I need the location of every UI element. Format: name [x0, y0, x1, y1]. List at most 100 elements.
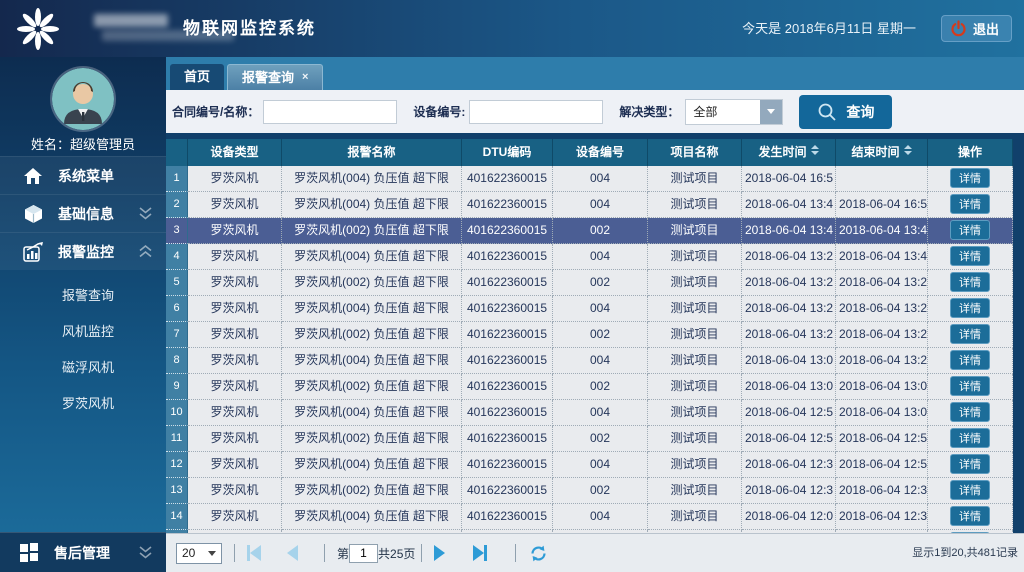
- table-cell: 2018-06-04 12:3: [836, 478, 928, 504]
- detail-button[interactable]: 详情: [950, 194, 990, 214]
- logout-button[interactable]: 退出: [941, 15, 1012, 42]
- column-header: 设备类型: [188, 139, 282, 166]
- table-row[interactable]: 14罗茨风机罗茨风机(004) 负压值 超下限401622360015004测试…: [166, 504, 1013, 530]
- last-page-button[interactable]: [473, 545, 487, 561]
- app-header: 物联网监控系统 今天是 2018年6月11日 星期一 退出: [0, 0, 1024, 57]
- device-code-input[interactable]: [469, 100, 603, 124]
- table-row[interactable]: 7罗茨风机罗茨风机(002) 负压值 超下限401622360015002测试项…: [166, 322, 1013, 348]
- table-cell: 002: [553, 322, 648, 348]
- table-cell: 8: [166, 348, 188, 374]
- prev-page-button[interactable]: [287, 545, 298, 561]
- sidebar-subitem[interactable]: 磁浮风机: [0, 350, 166, 386]
- detail-button[interactable]: 详情: [950, 272, 990, 292]
- detail-button[interactable]: 详情: [950, 454, 990, 474]
- table-cell: 罗茨风机(002) 负压值 超下限: [282, 374, 462, 400]
- detail-button[interactable]: 详情: [950, 220, 990, 240]
- chevron-up-icon: [137, 244, 154, 259]
- detail-button[interactable]: 详情: [950, 480, 990, 500]
- sort-icon[interactable]: [904, 145, 912, 155]
- detail-button[interactable]: 详情: [950, 168, 990, 188]
- table-cell: 测试项目: [648, 192, 742, 218]
- refresh-button[interactable]: [528, 543, 549, 564]
- table-row[interactable]: 9罗茨风机罗茨风机(002) 负压值 超下限401622360015002测试项…: [166, 374, 1013, 400]
- table-cell: 罗茨风机(004) 负压值 超下限: [282, 348, 462, 374]
- divider: [515, 544, 516, 562]
- table-cell: 罗茨风机(004) 负压值 超下限: [282, 192, 462, 218]
- table-row[interactable]: 3罗茨风机罗茨风机(002) 负压值 超下限401622360015002测试项…: [166, 218, 1013, 244]
- table-cell: 罗茨风机: [188, 244, 282, 270]
- table-cell: 401622360015: [462, 504, 553, 530]
- detail-button[interactable]: 详情: [950, 246, 990, 266]
- table-cell: 2018-06-04 13:2: [836, 348, 928, 374]
- table-cell: 9: [166, 374, 188, 400]
- close-icon[interactable]: ×: [302, 72, 308, 83]
- solve-type-label: 解决类型：: [619, 103, 679, 120]
- divider: [324, 544, 325, 562]
- table-row[interactable]: 12罗茨风机罗茨风机(004) 负压值 超下限401622360015004测试…: [166, 452, 1013, 478]
- sidebar-item[interactable]: 基础信息: [0, 194, 166, 232]
- page-prefix: 第: [337, 545, 349, 562]
- sort-icon[interactable]: [811, 145, 819, 155]
- table-cell: 2018-06-04 13:0: [836, 374, 928, 400]
- detail-button[interactable]: 详情: [950, 376, 990, 396]
- table-cell: 004: [553, 400, 648, 426]
- table-row[interactable]: 1罗茨风机罗茨风机(004) 负压值 超下限401622360015004测试项…: [166, 166, 1013, 192]
- sidebar-item-label: 系统菜单: [58, 166, 154, 186]
- contract-input[interactable]: [263, 100, 397, 124]
- table-row[interactable]: 11罗茨风机罗茨风机(002) 负压值 超下限401622360015002测试…: [166, 426, 1013, 452]
- table-cell-action: 详情: [928, 244, 1013, 270]
- table-cell: 罗茨风机: [188, 348, 282, 374]
- tab-home[interactable]: 首页: [170, 64, 224, 90]
- table-cell: 罗茨风机(002) 负压值 超下限: [282, 218, 462, 244]
- table-row[interactable]: 13罗茨风机罗茨风机(002) 负压值 超下限401622360015002测试…: [166, 478, 1013, 504]
- user-name: 姓名：超级管理员: [0, 134, 166, 153]
- table-row[interactable]: 8罗茨风机罗茨风机(004) 负压值 超下限401622360015004测试项…: [166, 348, 1013, 374]
- table-cell: 2018-06-04 12:3: [742, 478, 836, 504]
- sidebar-subitem[interactable]: 报警查询: [0, 278, 166, 314]
- tab-alarm-query[interactable]: 报警查询 ×: [227, 64, 323, 90]
- table-row[interactable]: 6罗茨风机罗茨风机(004) 负压值 超下限401622360015004测试项…: [166, 296, 1013, 322]
- contract-label: 合同编号/名称：: [172, 103, 259, 120]
- date-text: 今天是 2018年6月11日 星期一: [742, 0, 916, 57]
- column-header: DTU编码: [462, 139, 553, 166]
- grid-icon: [18, 543, 40, 562]
- sidebar-subitem[interactable]: 罗茨风机: [0, 386, 166, 422]
- detail-button[interactable]: 详情: [950, 428, 990, 448]
- table-cell: 401622360015: [462, 270, 553, 296]
- detail-button[interactable]: 详情: [950, 324, 990, 344]
- table-cell: 罗茨风机: [188, 166, 282, 192]
- first-page-button[interactable]: [247, 545, 261, 561]
- detail-button[interactable]: 详情: [950, 298, 990, 318]
- table-cell-action: 详情: [928, 192, 1013, 218]
- sidebar-item[interactable]: 系统菜单: [0, 156, 166, 194]
- column-header[interactable]: 发生时间: [742, 139, 836, 166]
- detail-button[interactable]: 详情: [950, 350, 990, 370]
- table-cell: 2018-06-04 13:2: [742, 270, 836, 296]
- sidebar-subitem[interactable]: 风机监控: [0, 314, 166, 350]
- table-cell: 401622360015: [462, 374, 553, 400]
- table-cell: 罗茨风机: [188, 374, 282, 400]
- column-header[interactable]: 结束时间: [836, 139, 928, 166]
- table-cell: 004: [553, 504, 648, 530]
- table-row[interactable]: 2罗茨风机罗茨风机(004) 负压值 超下限401622360015004测试项…: [166, 192, 1013, 218]
- sidebar-item[interactable]: 报警监控: [0, 232, 166, 270]
- solve-type-select[interactable]: 全部: [685, 99, 783, 125]
- next-page-button[interactable]: [434, 545, 445, 561]
- divider: [234, 544, 235, 562]
- sidebar-item-aftersales[interactable]: 售后管理: [0, 532, 166, 572]
- detail-button[interactable]: 详情: [950, 506, 990, 526]
- sidebar-submenu: 报警查询风机监控磁浮风机罗茨风机: [0, 278, 166, 422]
- refresh-icon: [528, 543, 549, 564]
- page-size-select[interactable]: 20: [176, 543, 222, 564]
- detail-button[interactable]: 详情: [950, 402, 990, 422]
- table-row[interactable]: 4罗茨风机罗茨风机(004) 负压值 超下限401622360015004测试项…: [166, 244, 1013, 270]
- page-input[interactable]: [349, 544, 378, 563]
- table-row[interactable]: 5罗茨风机罗茨风机(002) 负压值 超下限401622360015002测试项…: [166, 270, 1013, 296]
- table-cell: 罗茨风机(002) 负压值 超下限: [282, 478, 462, 504]
- table-cell: 罗茨风机: [188, 400, 282, 426]
- table-cell: 2018-06-04 12:5: [742, 426, 836, 452]
- query-button[interactable]: 查询: [799, 95, 892, 129]
- table-row[interactable]: 10罗茨风机罗茨风机(004) 负压值 超下限401622360015004测试…: [166, 400, 1013, 426]
- table-cell: 罗茨风机(002) 负压值 超下限: [282, 322, 462, 348]
- table-cell: 2018-06-04 13:4: [742, 192, 836, 218]
